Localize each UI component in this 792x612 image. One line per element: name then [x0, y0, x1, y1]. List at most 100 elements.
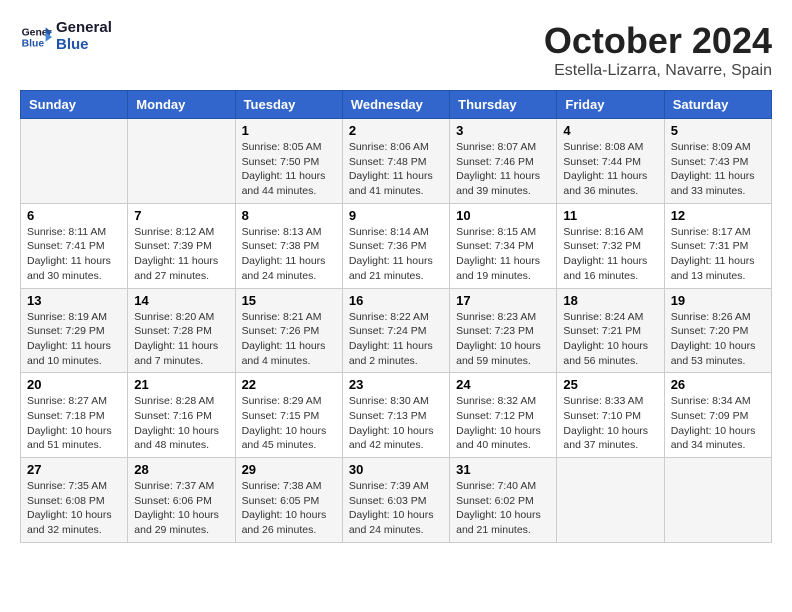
calendar-cell: 12 Sunrise: 8:17 AM Sunset: 7:31 PM Dayli…: [664, 203, 771, 288]
day-info: Sunrise: 8:17 AM Sunset: 7:31 PM Dayligh…: [671, 225, 765, 284]
weekday-header-saturday: Saturday: [664, 91, 771, 119]
calendar-cell: [128, 119, 235, 204]
calendar-cell: 1 Sunrise: 8:05 AM Sunset: 7:50 PM Daylig…: [235, 119, 342, 204]
day-number: 8: [242, 208, 336, 223]
day-info: Sunrise: 8:19 AM Sunset: 7:29 PM Dayligh…: [27, 310, 121, 369]
logo-general-text: General: [56, 20, 112, 37]
calendar-cell: 19 Sunrise: 8:26 AM Sunset: 7:20 PM Dayli…: [664, 288, 771, 373]
weekday-header-row: SundayMondayTuesdayWednesdayThursdayFrid…: [21, 91, 772, 119]
day-info: Sunrise: 8:08 AM Sunset: 7:44 PM Dayligh…: [563, 140, 657, 199]
calendar-cell: 3Sunrise: 8:07 AM Sunset: 7:46 PM Daylig…: [450, 119, 557, 204]
day-info: Sunrise: 8:14 AM Sunset: 7:36 PM Dayligh…: [349, 225, 443, 284]
calendar-cell: 11 Sunrise: 8:16 AM Sunset: 7:32 PM Dayli…: [557, 203, 664, 288]
calendar-cell: 13 Sunrise: 8:19 AM Sunset: 7:29 PM Dayli…: [21, 288, 128, 373]
week-row-5: 27 Sunrise: 7:35 AM Sunset: 6:08 PM Dayli…: [21, 458, 772, 543]
day-info: Sunrise: 8:32 AM Sunset: 7:12 PM Dayligh…: [456, 394, 550, 453]
weekday-header-thursday: Thursday: [450, 91, 557, 119]
calendar-cell: 29 Sunrise: 7:38 AM Sunset: 6:05 PM Dayli…: [235, 458, 342, 543]
calendar-cell: [664, 458, 771, 543]
day-info: Sunrise: 8:15 AM Sunset: 7:34 PM Dayligh…: [456, 225, 550, 284]
day-info: Sunrise: 8:11 AM Sunset: 7:41 PM Dayligh…: [27, 225, 121, 284]
day-number: 4: [563, 123, 657, 138]
logo: General Blue General Blue: [20, 20, 112, 53]
week-row-2: 6 Sunrise: 8:11 AM Sunset: 7:41 PM Daylig…: [21, 203, 772, 288]
day-number: 15: [242, 293, 336, 308]
day-number: 22: [242, 377, 336, 392]
logo-blue-text: Blue: [56, 37, 112, 54]
day-number: 21: [134, 377, 228, 392]
day-info: Sunrise: 8:21 AM Sunset: 7:26 PM Dayligh…: [242, 310, 336, 369]
location-text: Estella-Lizarra, Navarre, Spain: [544, 62, 772, 80]
calendar-cell: 6 Sunrise: 8:11 AM Sunset: 7:41 PM Daylig…: [21, 203, 128, 288]
day-number: 31: [456, 462, 550, 477]
calendar-cell: 9 Sunrise: 8:14 AM Sunset: 7:36 PM Daylig…: [342, 203, 449, 288]
day-info: Sunrise: 8:05 AM Sunset: 7:50 PM Dayligh…: [242, 140, 336, 199]
calendar-cell: 4 Sunrise: 8:08 AM Sunset: 7:44 PM Daylig…: [557, 119, 664, 204]
day-info: Sunrise: 8:24 AM Sunset: 7:21 PM Dayligh…: [563, 310, 657, 369]
calendar-cell: 2 Sunrise: 8:06 AM Sunset: 7:48 PM Daylig…: [342, 119, 449, 204]
day-number: 12: [671, 208, 765, 223]
weekday-header-monday: Monday: [128, 91, 235, 119]
day-number: 23: [349, 377, 443, 392]
calendar-cell: 23 Sunrise: 8:30 AM Sunset: 7:13 PM Dayli…: [342, 373, 449, 458]
calendar-cell: 20 Sunrise: 8:27 AM Sunset: 7:18 PM Dayli…: [21, 373, 128, 458]
calendar-cell: 30Sunrise: 7:39 AM Sunset: 6:03 PM Dayli…: [342, 458, 449, 543]
calendar-cell: 14Sunrise: 8:20 AM Sunset: 7:28 PM Dayli…: [128, 288, 235, 373]
day-number: 20: [27, 377, 121, 392]
title-block: October 2024 Estella-Lizarra, Navarre, S…: [544, 20, 772, 80]
day-number: 25: [563, 377, 657, 392]
page-header: General Blue General Blue October 2024 E…: [20, 20, 772, 80]
day-info: Sunrise: 8:09 AM Sunset: 7:43 PM Dayligh…: [671, 140, 765, 199]
calendar-cell: 22 Sunrise: 8:29 AM Sunset: 7:15 PM Dayli…: [235, 373, 342, 458]
calendar-cell: 18 Sunrise: 8:24 AM Sunset: 7:21 PM Dayli…: [557, 288, 664, 373]
day-number: 16: [349, 293, 443, 308]
week-row-3: 13 Sunrise: 8:19 AM Sunset: 7:29 PM Dayli…: [21, 288, 772, 373]
day-info: Sunrise: 7:38 AM Sunset: 6:05 PM Dayligh…: [242, 479, 336, 538]
day-number: 10: [456, 208, 550, 223]
calendar-cell: 7 Sunrise: 8:12 AM Sunset: 7:39 PM Daylig…: [128, 203, 235, 288]
day-number: 17: [456, 293, 550, 308]
day-number: 29: [242, 462, 336, 477]
day-number: 11: [563, 208, 657, 223]
day-info: Sunrise: 8:26 AM Sunset: 7:20 PM Dayligh…: [671, 310, 765, 369]
calendar-body: 1 Sunrise: 8:05 AM Sunset: 7:50 PM Daylig…: [21, 119, 772, 543]
calendar-cell: 26Sunrise: 8:34 AM Sunset: 7:09 PM Dayli…: [664, 373, 771, 458]
day-number: 7: [134, 208, 228, 223]
day-info: Sunrise: 8:07 AM Sunset: 7:46 PM Dayligh…: [456, 140, 550, 199]
calendar-cell: 5 Sunrise: 8:09 AM Sunset: 7:43 PM Daylig…: [664, 119, 771, 204]
day-number: 24: [456, 377, 550, 392]
day-number: 13: [27, 293, 121, 308]
day-info: Sunrise: 8:33 AM Sunset: 7:10 PM Dayligh…: [563, 394, 657, 453]
calendar-cell: 21Sunrise: 8:28 AM Sunset: 7:16 PM Dayli…: [128, 373, 235, 458]
svg-text:Blue: Blue: [22, 38, 45, 49]
day-number: 2: [349, 123, 443, 138]
calendar-cell: 10 Sunrise: 8:15 AM Sunset: 7:34 PM Dayli…: [450, 203, 557, 288]
day-info: Sunrise: 8:27 AM Sunset: 7:18 PM Dayligh…: [27, 394, 121, 453]
day-info: Sunrise: 8:12 AM Sunset: 7:39 PM Dayligh…: [134, 225, 228, 284]
day-info: Sunrise: 7:40 AM Sunset: 6:02 PM Dayligh…: [456, 479, 550, 538]
day-number: 19: [671, 293, 765, 308]
day-info: Sunrise: 8:29 AM Sunset: 7:15 PM Dayligh…: [242, 394, 336, 453]
day-number: 27: [27, 462, 121, 477]
calendar-cell: 28Sunrise: 7:37 AM Sunset: 6:06 PM Dayli…: [128, 458, 235, 543]
calendar-cell: 24 Sunrise: 8:32 AM Sunset: 7:12 PM Dayli…: [450, 373, 557, 458]
day-info: Sunrise: 7:35 AM Sunset: 6:08 PM Dayligh…: [27, 479, 121, 538]
day-number: 1: [242, 123, 336, 138]
day-number: 28: [134, 462, 228, 477]
day-info: Sunrise: 8:06 AM Sunset: 7:48 PM Dayligh…: [349, 140, 443, 199]
day-number: 6: [27, 208, 121, 223]
day-info: Sunrise: 8:34 AM Sunset: 7:09 PM Dayligh…: [671, 394, 765, 453]
day-number: 18: [563, 293, 657, 308]
calendar-cell: 31 Sunrise: 7:40 AM Sunset: 6:02 PM Dayli…: [450, 458, 557, 543]
day-info: Sunrise: 8:20 AM Sunset: 7:28 PM Dayligh…: [134, 310, 228, 369]
weekday-header-friday: Friday: [557, 91, 664, 119]
day-info: Sunrise: 7:39 AM Sunset: 6:03 PM Dayligh…: [349, 479, 443, 538]
day-info: Sunrise: 8:13 AM Sunset: 7:38 PM Dayligh…: [242, 225, 336, 284]
day-number: 9: [349, 208, 443, 223]
weekday-header-tuesday: Tuesday: [235, 91, 342, 119]
week-row-1: 1 Sunrise: 8:05 AM Sunset: 7:50 PM Daylig…: [21, 119, 772, 204]
day-number: 5: [671, 123, 765, 138]
week-row-4: 20 Sunrise: 8:27 AM Sunset: 7:18 PM Dayli…: [21, 373, 772, 458]
day-info: Sunrise: 8:30 AM Sunset: 7:13 PM Dayligh…: [349, 394, 443, 453]
day-info: Sunrise: 8:16 AM Sunset: 7:32 PM Dayligh…: [563, 225, 657, 284]
